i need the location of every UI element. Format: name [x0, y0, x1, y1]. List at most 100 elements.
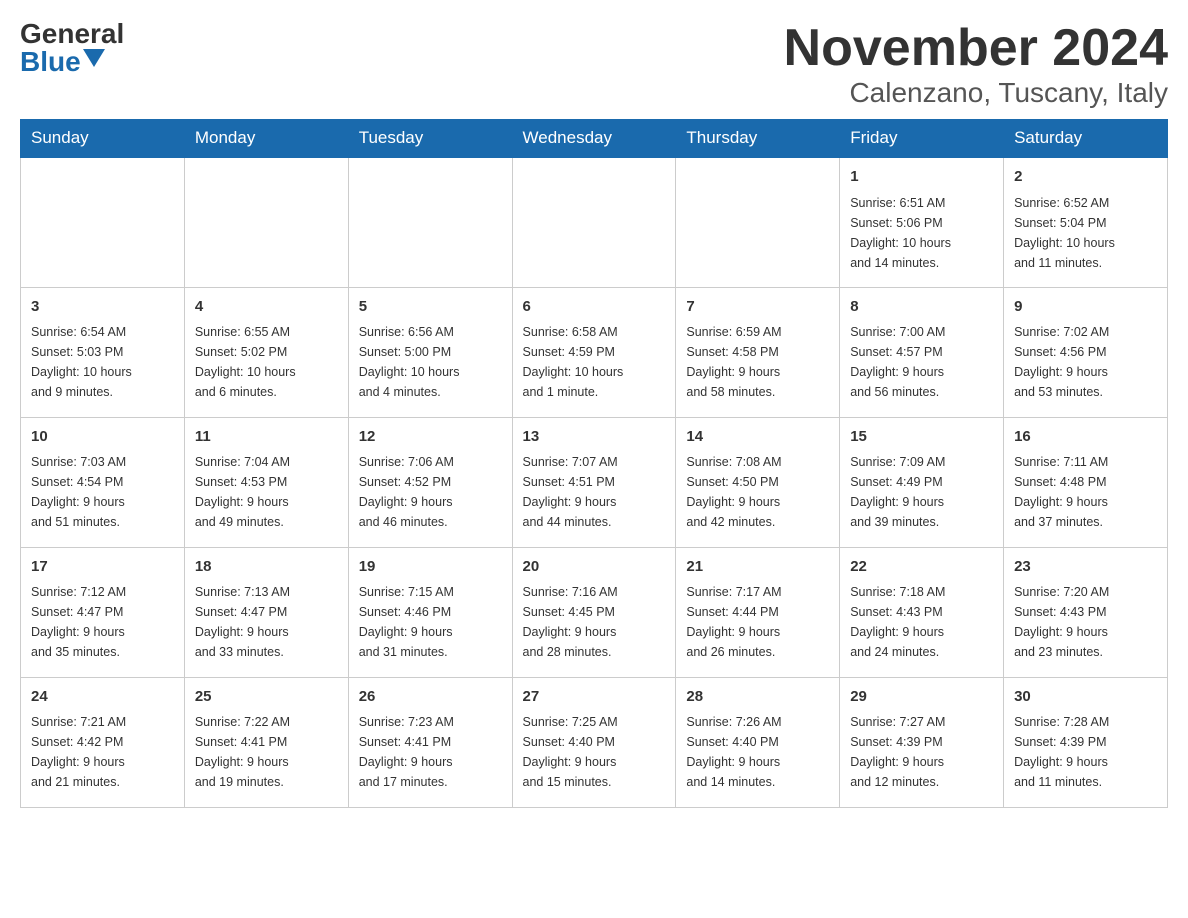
day-number: 24 — [31, 686, 174, 709]
day-number: 16 — [1014, 426, 1157, 449]
day-number: 1 — [850, 166, 993, 189]
calendar-cell: 21Sunrise: 7:17 AMSunset: 4:44 PMDayligh… — [676, 547, 840, 677]
day-info: Sunrise: 7:00 AMSunset: 4:57 PMDaylight:… — [850, 322, 993, 402]
calendar-cell — [184, 157, 348, 287]
day-number: 29 — [850, 686, 993, 709]
day-number: 30 — [1014, 686, 1157, 709]
day-info: Sunrise: 7:06 AMSunset: 4:52 PMDaylight:… — [359, 452, 502, 532]
calendar-cell: 23Sunrise: 7:20 AMSunset: 4:43 PMDayligh… — [1004, 547, 1168, 677]
day-number: 12 — [359, 426, 502, 449]
calendar-cell: 4 Sunrise: 6:55 AMSunset: 5:02 PMDaylight… — [184, 287, 348, 417]
day-number: 4 — [195, 296, 338, 319]
column-header-wednesday: Wednesday — [512, 120, 676, 158]
day-info: Sunrise: 6:59 AMSunset: 4:58 PMDaylight:… — [686, 322, 829, 402]
calendar-cell: 8 Sunrise: 7:00 AMSunset: 4:57 PMDaylight… — [840, 287, 1004, 417]
location-subtitle: Calenzano, Tuscany, Italy — [784, 77, 1168, 109]
column-header-monday: Monday — [184, 120, 348, 158]
column-header-sunday: Sunday — [21, 120, 185, 158]
day-number: 7 — [686, 296, 829, 319]
day-info: Sunrise: 6:54 AMSunset: 5:03 PMDaylight:… — [31, 322, 174, 402]
day-info: Sunrise: 6:52 AMSunset: 5:04 PMDaylight:… — [1014, 193, 1157, 273]
page-header: General Blue November 2024 Calenzano, Tu… — [20, 20, 1168, 109]
day-info: Sunrise: 7:16 AMSunset: 4:45 PMDaylight:… — [523, 582, 666, 662]
calendar-cell — [348, 157, 512, 287]
calendar-cell: 30 Sunrise: 7:28 AMSunset: 4:39 PMDayligh… — [1004, 677, 1168, 807]
day-number: 19 — [359, 556, 502, 579]
day-number: 21 — [686, 556, 829, 579]
calendar-cell: 2 Sunrise: 6:52 AMSunset: 5:04 PMDaylight… — [1004, 157, 1168, 287]
calendar-cell: 29 Sunrise: 7:27 AMSunset: 4:39 PMDayligh… — [840, 677, 1004, 807]
day-number: 26 — [359, 686, 502, 709]
day-info: Sunrise: 7:15 AMSunset: 4:46 PMDaylight:… — [359, 582, 502, 662]
calendar-cell: 5 Sunrise: 6:56 AMSunset: 5:00 PMDaylight… — [348, 287, 512, 417]
calendar-cell: 17Sunrise: 7:12 AMSunset: 4:47 PMDayligh… — [21, 547, 185, 677]
calendar-cell: 1 Sunrise: 6:51 AMSunset: 5:06 PMDaylight… — [840, 157, 1004, 287]
calendar-table: SundayMondayTuesdayWednesdayThursdayFrid… — [20, 119, 1168, 808]
day-info: Sunrise: 7:21 AMSunset: 4:42 PMDaylight:… — [31, 712, 174, 792]
day-number: 6 — [523, 296, 666, 319]
calendar-week-row: 3 Sunrise: 6:54 AMSunset: 5:03 PMDaylight… — [21, 287, 1168, 417]
column-header-friday: Friday — [840, 120, 1004, 158]
day-info: Sunrise: 7:22 AMSunset: 4:41 PMDaylight:… — [195, 712, 338, 792]
calendar-cell: 9 Sunrise: 7:02 AMSunset: 4:56 PMDaylight… — [1004, 287, 1168, 417]
day-number: 11 — [195, 426, 338, 449]
day-info: Sunrise: 7:11 AMSunset: 4:48 PMDaylight:… — [1014, 452, 1157, 532]
day-number: 9 — [1014, 296, 1157, 319]
day-number: 5 — [359, 296, 502, 319]
day-number: 13 — [523, 426, 666, 449]
day-number: 2 — [1014, 166, 1157, 189]
calendar-cell — [512, 157, 676, 287]
day-info: Sunrise: 7:23 AMSunset: 4:41 PMDaylight:… — [359, 712, 502, 792]
day-number: 15 — [850, 426, 993, 449]
day-number: 3 — [31, 296, 174, 319]
calendar-cell: 19 Sunrise: 7:15 AMSunset: 4:46 PMDayligh… — [348, 547, 512, 677]
calendar-cell: 14 Sunrise: 7:08 AMSunset: 4:50 PMDayligh… — [676, 417, 840, 547]
day-info: Sunrise: 6:55 AMSunset: 5:02 PMDaylight:… — [195, 322, 338, 402]
logo-general-text: General — [20, 20, 124, 48]
calendar-cell: 25 Sunrise: 7:22 AMSunset: 4:41 PMDayligh… — [184, 677, 348, 807]
day-info: Sunrise: 7:26 AMSunset: 4:40 PMDaylight:… — [686, 712, 829, 792]
day-number: 14 — [686, 426, 829, 449]
column-header-tuesday: Tuesday — [348, 120, 512, 158]
calendar-cell: 22 Sunrise: 7:18 AMSunset: 4:43 PMDayligh… — [840, 547, 1004, 677]
day-number: 25 — [195, 686, 338, 709]
day-info: Sunrise: 6:51 AMSunset: 5:06 PMDaylight:… — [850, 193, 993, 273]
calendar-cell: 24 Sunrise: 7:21 AMSunset: 4:42 PMDayligh… — [21, 677, 185, 807]
calendar-cell: 15Sunrise: 7:09 AMSunset: 4:49 PMDayligh… — [840, 417, 1004, 547]
day-info: Sunrise: 7:27 AMSunset: 4:39 PMDaylight:… — [850, 712, 993, 792]
day-number: 18 — [195, 556, 338, 579]
logo: General Blue — [20, 20, 124, 76]
logo-blue-text: Blue — [20, 48, 81, 76]
day-info: Sunrise: 7:07 AMSunset: 4:51 PMDaylight:… — [523, 452, 666, 532]
day-number: 8 — [850, 296, 993, 319]
day-number: 23 — [1014, 556, 1157, 579]
calendar-cell: 26 Sunrise: 7:23 AMSunset: 4:41 PMDayligh… — [348, 677, 512, 807]
day-info: Sunrise: 6:56 AMSunset: 5:00 PMDaylight:… — [359, 322, 502, 402]
month-year-title: November 2024 — [784, 20, 1168, 77]
title-block: November 2024 Calenzano, Tuscany, Italy — [784, 20, 1168, 109]
day-info: Sunrise: 7:18 AMSunset: 4:43 PMDaylight:… — [850, 582, 993, 662]
day-info: Sunrise: 7:28 AMSunset: 4:39 PMDaylight:… — [1014, 712, 1157, 792]
calendar-cell: 27Sunrise: 7:25 AMSunset: 4:40 PMDayligh… — [512, 677, 676, 807]
calendar-cell: 7 Sunrise: 6:59 AMSunset: 4:58 PMDaylight… — [676, 287, 840, 417]
day-info: Sunrise: 7:03 AMSunset: 4:54 PMDaylight:… — [31, 452, 174, 532]
day-info: Sunrise: 7:13 AMSunset: 4:47 PMDaylight:… — [195, 582, 338, 662]
calendar-cell: 20 Sunrise: 7:16 AMSunset: 4:45 PMDayligh… — [512, 547, 676, 677]
calendar-cell — [676, 157, 840, 287]
calendar-week-row: 24 Sunrise: 7:21 AMSunset: 4:42 PMDayligh… — [21, 677, 1168, 807]
day-number: 22 — [850, 556, 993, 579]
day-info: Sunrise: 7:12 AMSunset: 4:47 PMDaylight:… — [31, 582, 174, 662]
calendar-cell: 6Sunrise: 6:58 AMSunset: 4:59 PMDaylight… — [512, 287, 676, 417]
calendar-cell: 10 Sunrise: 7:03 AMSunset: 4:54 PMDayligh… — [21, 417, 185, 547]
day-info: Sunrise: 7:02 AMSunset: 4:56 PMDaylight:… — [1014, 322, 1157, 402]
day-info: Sunrise: 7:08 AMSunset: 4:50 PMDaylight:… — [686, 452, 829, 532]
calendar-cell: 11Sunrise: 7:04 AMSunset: 4:53 PMDayligh… — [184, 417, 348, 547]
column-header-saturday: Saturday — [1004, 120, 1168, 158]
calendar-cell: 16 Sunrise: 7:11 AMSunset: 4:48 PMDayligh… — [1004, 417, 1168, 547]
column-header-thursday: Thursday — [676, 120, 840, 158]
day-number: 20 — [523, 556, 666, 579]
calendar-cell: 3 Sunrise: 6:54 AMSunset: 5:03 PMDaylight… — [21, 287, 185, 417]
calendar-cell: 18 Sunrise: 7:13 AMSunset: 4:47 PMDayligh… — [184, 547, 348, 677]
day-number: 10 — [31, 426, 174, 449]
calendar-week-row: 10 Sunrise: 7:03 AMSunset: 4:54 PMDayligh… — [21, 417, 1168, 547]
